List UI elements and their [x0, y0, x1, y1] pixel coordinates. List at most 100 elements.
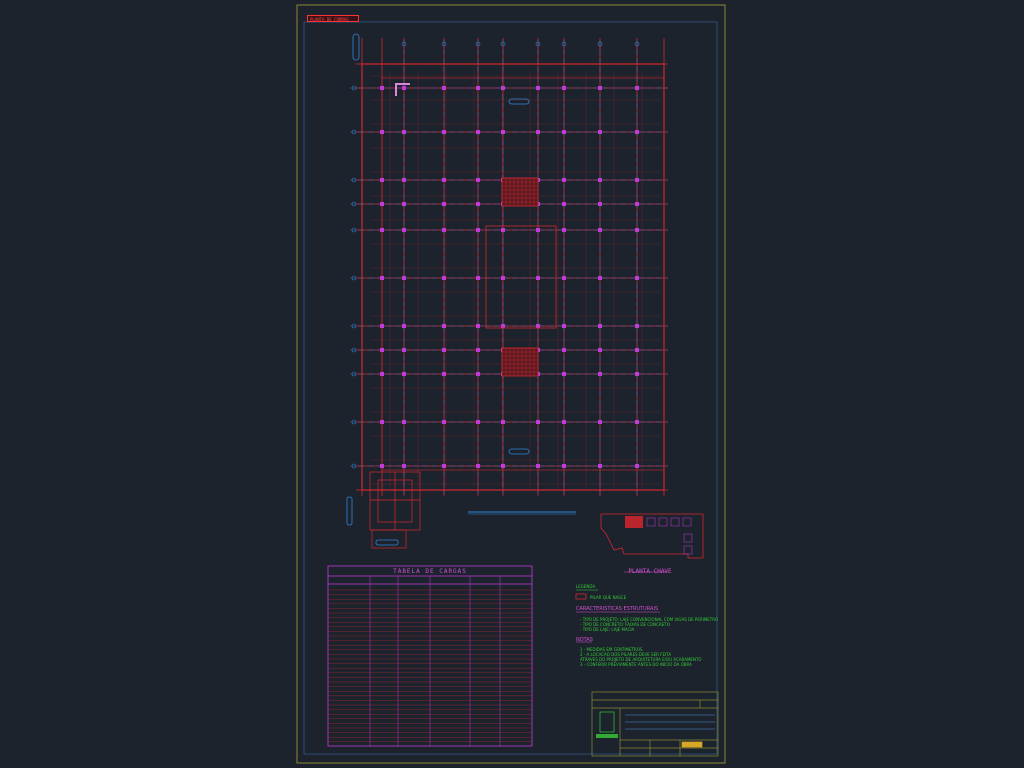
- column-marker: [635, 276, 639, 280]
- column-marker: [635, 348, 639, 352]
- column-marker: [562, 130, 566, 134]
- column-marker: [442, 202, 446, 206]
- column-marker: [442, 464, 446, 468]
- column-marker: [442, 324, 446, 328]
- load-table: [327, 565, 533, 747]
- plan-inner-outline: [381, 77, 665, 471]
- column-marker: [442, 228, 446, 232]
- column-marker: [476, 348, 480, 352]
- specs-title: CARACTERISTICAS ESTRUTURAIS: [576, 606, 659, 612]
- column-marker: [598, 130, 602, 134]
- column-marker: [501, 86, 505, 90]
- column-marker: [476, 276, 480, 280]
- column-marker: [402, 178, 406, 182]
- column-marker: [536, 86, 540, 90]
- column-marker: [635, 178, 639, 182]
- column-marker: [635, 86, 639, 90]
- stair-detail: [369, 471, 421, 549]
- column-marker: [598, 420, 602, 424]
- column-marker: [598, 228, 602, 232]
- column-marker: [402, 228, 406, 232]
- column-marker: [380, 324, 384, 328]
- structural-plan[interactable]: [350, 33, 668, 496]
- column-marker: [598, 348, 602, 352]
- cad-drawing-sheet[interactable]: [0, 0, 1024, 768]
- title-block: [591, 691, 719, 757]
- column-marker: [442, 86, 446, 90]
- column-marker: [536, 130, 540, 134]
- column-marker: [598, 464, 602, 468]
- column-marker: [380, 372, 384, 376]
- column-marker: [598, 202, 602, 206]
- column-marker: [402, 86, 406, 90]
- column-marker: [635, 202, 639, 206]
- column-marker: [380, 420, 384, 424]
- column-marker: [476, 86, 480, 90]
- column-marker: [635, 324, 639, 328]
- column-marker: [598, 372, 602, 376]
- column-marker: [402, 348, 406, 352]
- column-marker: [380, 276, 384, 280]
- key-plan: [600, 513, 704, 573]
- column-marker: [380, 130, 384, 134]
- column-marker: [380, 178, 384, 182]
- column-marker: [402, 276, 406, 280]
- column-marker: [635, 130, 639, 134]
- column-marker: [501, 420, 505, 424]
- column-marker: [501, 228, 505, 232]
- legend-swatch: [575, 593, 587, 600]
- column-marker: [562, 420, 566, 424]
- column-marker: [562, 86, 566, 90]
- column-marker: [562, 372, 566, 376]
- column-marker: [635, 372, 639, 376]
- column-marker: [562, 324, 566, 328]
- notes-line-4: 3 - CONFERIR PREVIAMENTE ANTES DO INICIO…: [580, 662, 692, 667]
- column-marker: [402, 464, 406, 468]
- specs-line-3: - TIPO DE LAJE: LAJE MACIA: [580, 627, 635, 632]
- column-marker: [380, 348, 384, 352]
- central-shaft: [485, 225, 557, 329]
- column-marker: [562, 348, 566, 352]
- stair-label-box: [346, 496, 353, 526]
- column-marker: [476, 464, 480, 468]
- column-marker: [501, 324, 505, 328]
- column-marker: [476, 202, 480, 206]
- top-left-slot: [352, 33, 360, 61]
- column-marker: [402, 202, 406, 206]
- column-marker: [598, 86, 602, 90]
- column-marker: [476, 324, 480, 328]
- column-marker: [380, 464, 384, 468]
- column-marker: [562, 202, 566, 206]
- column-marker: [536, 228, 540, 232]
- capsule-marker-top: [508, 98, 530, 105]
- column-marker: [442, 276, 446, 280]
- column-marker: [598, 178, 602, 182]
- load-table-title: TABELA DE CARGAS: [393, 568, 467, 575]
- column-marker: [380, 202, 384, 206]
- column-marker: [635, 464, 639, 468]
- column-marker: [562, 276, 566, 280]
- column-marker: [476, 178, 480, 182]
- column-marker: [402, 420, 406, 424]
- column-marker: [562, 464, 566, 468]
- column-marker: [442, 178, 446, 182]
- column-marker: [598, 276, 602, 280]
- column-marker: [442, 420, 446, 424]
- column-marker: [402, 130, 406, 134]
- column-marker: [562, 178, 566, 182]
- column-marker: [442, 130, 446, 134]
- column-marker: [598, 324, 602, 328]
- column-marker: [380, 86, 384, 90]
- column-marker: [562, 228, 566, 232]
- notes-title: NOTAS: [576, 637, 593, 643]
- column-marker: [476, 420, 480, 424]
- column-marker: [380, 228, 384, 232]
- legend-title: LEGENDA: [576, 584, 596, 589]
- column-marker: [635, 420, 639, 424]
- column-marker: [536, 324, 540, 328]
- column-marker: [501, 276, 505, 280]
- stair-bottom-label-box: [375, 539, 399, 546]
- column-marker: [635, 228, 639, 232]
- column-marker: [536, 420, 540, 424]
- column-marker: [501, 130, 505, 134]
